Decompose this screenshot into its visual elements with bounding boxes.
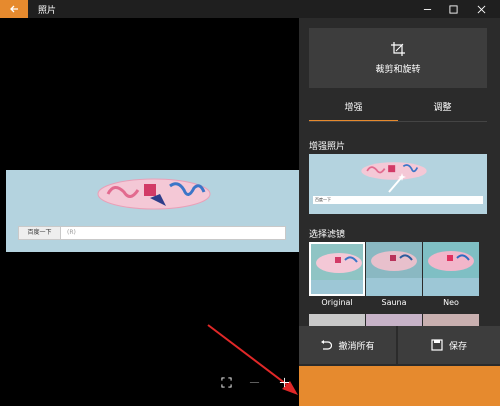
- filter-neo-label: Neo: [443, 298, 459, 307]
- filter-preview-bar: [423, 278, 479, 296]
- undo-all-label: 撤消所有: [338, 341, 375, 352]
- maximize-icon: [448, 4, 458, 14]
- filter-original[interactable]: [309, 242, 365, 296]
- magic-wand-icon: [388, 173, 406, 193]
- photo-canvas[interactable]: 百度一下 (R): [6, 18, 299, 406]
- filter-preview-image: [316, 253, 362, 273]
- filter-sauna[interactable]: [366, 242, 422, 296]
- minimize-button[interactable]: [414, 0, 440, 18]
- back-arrow-icon: [10, 5, 18, 13]
- zoom-out-button[interactable]: [246, 374, 262, 390]
- enhance-photo-thumbnail[interactable]: 百度一下: [309, 154, 487, 214]
- filter-thumbnail[interactable]: [423, 314, 479, 326]
- edited-photo: 百度一下 (R): [6, 170, 299, 252]
- baidu-doodle-image: [97, 178, 211, 210]
- accent-strip: [299, 366, 500, 406]
- fit-button[interactable]: [218, 374, 234, 390]
- save-button[interactable]: 保存: [398, 326, 500, 364]
- filter-preview-bar: [311, 280, 363, 294]
- filter-original-label: Original: [321, 298, 353, 307]
- filter-neo[interactable]: [423, 242, 479, 296]
- bottom-action-bar: 撤消所有 保存: [299, 326, 500, 406]
- tab-adjust[interactable]: 调整: [398, 98, 487, 122]
- filter-preview-image: [371, 251, 417, 271]
- zoom-controls: [218, 374, 298, 390]
- undo-all-button[interactable]: 撤消所有: [299, 326, 396, 364]
- crop-rotate-button[interactable]: 裁剪和旋转: [309, 28, 487, 88]
- app-title: 照片: [38, 6, 57, 16]
- edit-tabs: 增强 调整: [309, 98, 487, 122]
- filter-sauna-label: Sauna: [381, 298, 407, 307]
- filter-preview-bar: [366, 278, 422, 296]
- back-button[interactable]: [0, 0, 28, 18]
- crop-rotate-label: 裁剪和旋转: [375, 64, 421, 75]
- save-icon: [431, 339, 443, 351]
- title-bar: 照片: [0, 0, 500, 18]
- close-icon: [477, 5, 485, 13]
- zoom-in-button[interactable]: [276, 374, 292, 390]
- tab-enhance[interactable]: 增强: [309, 98, 398, 122]
- enhance-section-label: 增强照片: [309, 142, 346, 152]
- filters-section-label: 选择滤镜: [309, 230, 346, 240]
- crop-icon: [391, 41, 405, 56]
- maximize-button[interactable]: [440, 0, 466, 18]
- thumbnail-search-button: 百度一下: [315, 197, 331, 202]
- fit-icon: [220, 376, 232, 388]
- zoom-out-icon: [249, 381, 259, 383]
- filter-preview-image: [428, 251, 474, 271]
- search-bar: 百度一下 (R): [18, 226, 286, 240]
- search-text: (R): [67, 229, 76, 236]
- zoom-in-icon: [279, 377, 289, 387]
- thumbnail-search-bar: 百度一下: [313, 196, 483, 204]
- edit-panel: 裁剪和旋转 增强 调整 增强照片 百度一下 选择滤镜 Original Saun…: [299, 18, 500, 406]
- undo-icon: [321, 340, 333, 350]
- search-button: 百度一下: [19, 227, 61, 239]
- save-label: 保存: [448, 341, 467, 352]
- filter-thumbnail[interactable]: [309, 314, 365, 326]
- filter-thumbnail[interactable]: [366, 314, 422, 326]
- close-button[interactable]: [468, 0, 494, 18]
- tabs-divider: [309, 121, 487, 122]
- minimize-icon: [423, 8, 431, 10]
